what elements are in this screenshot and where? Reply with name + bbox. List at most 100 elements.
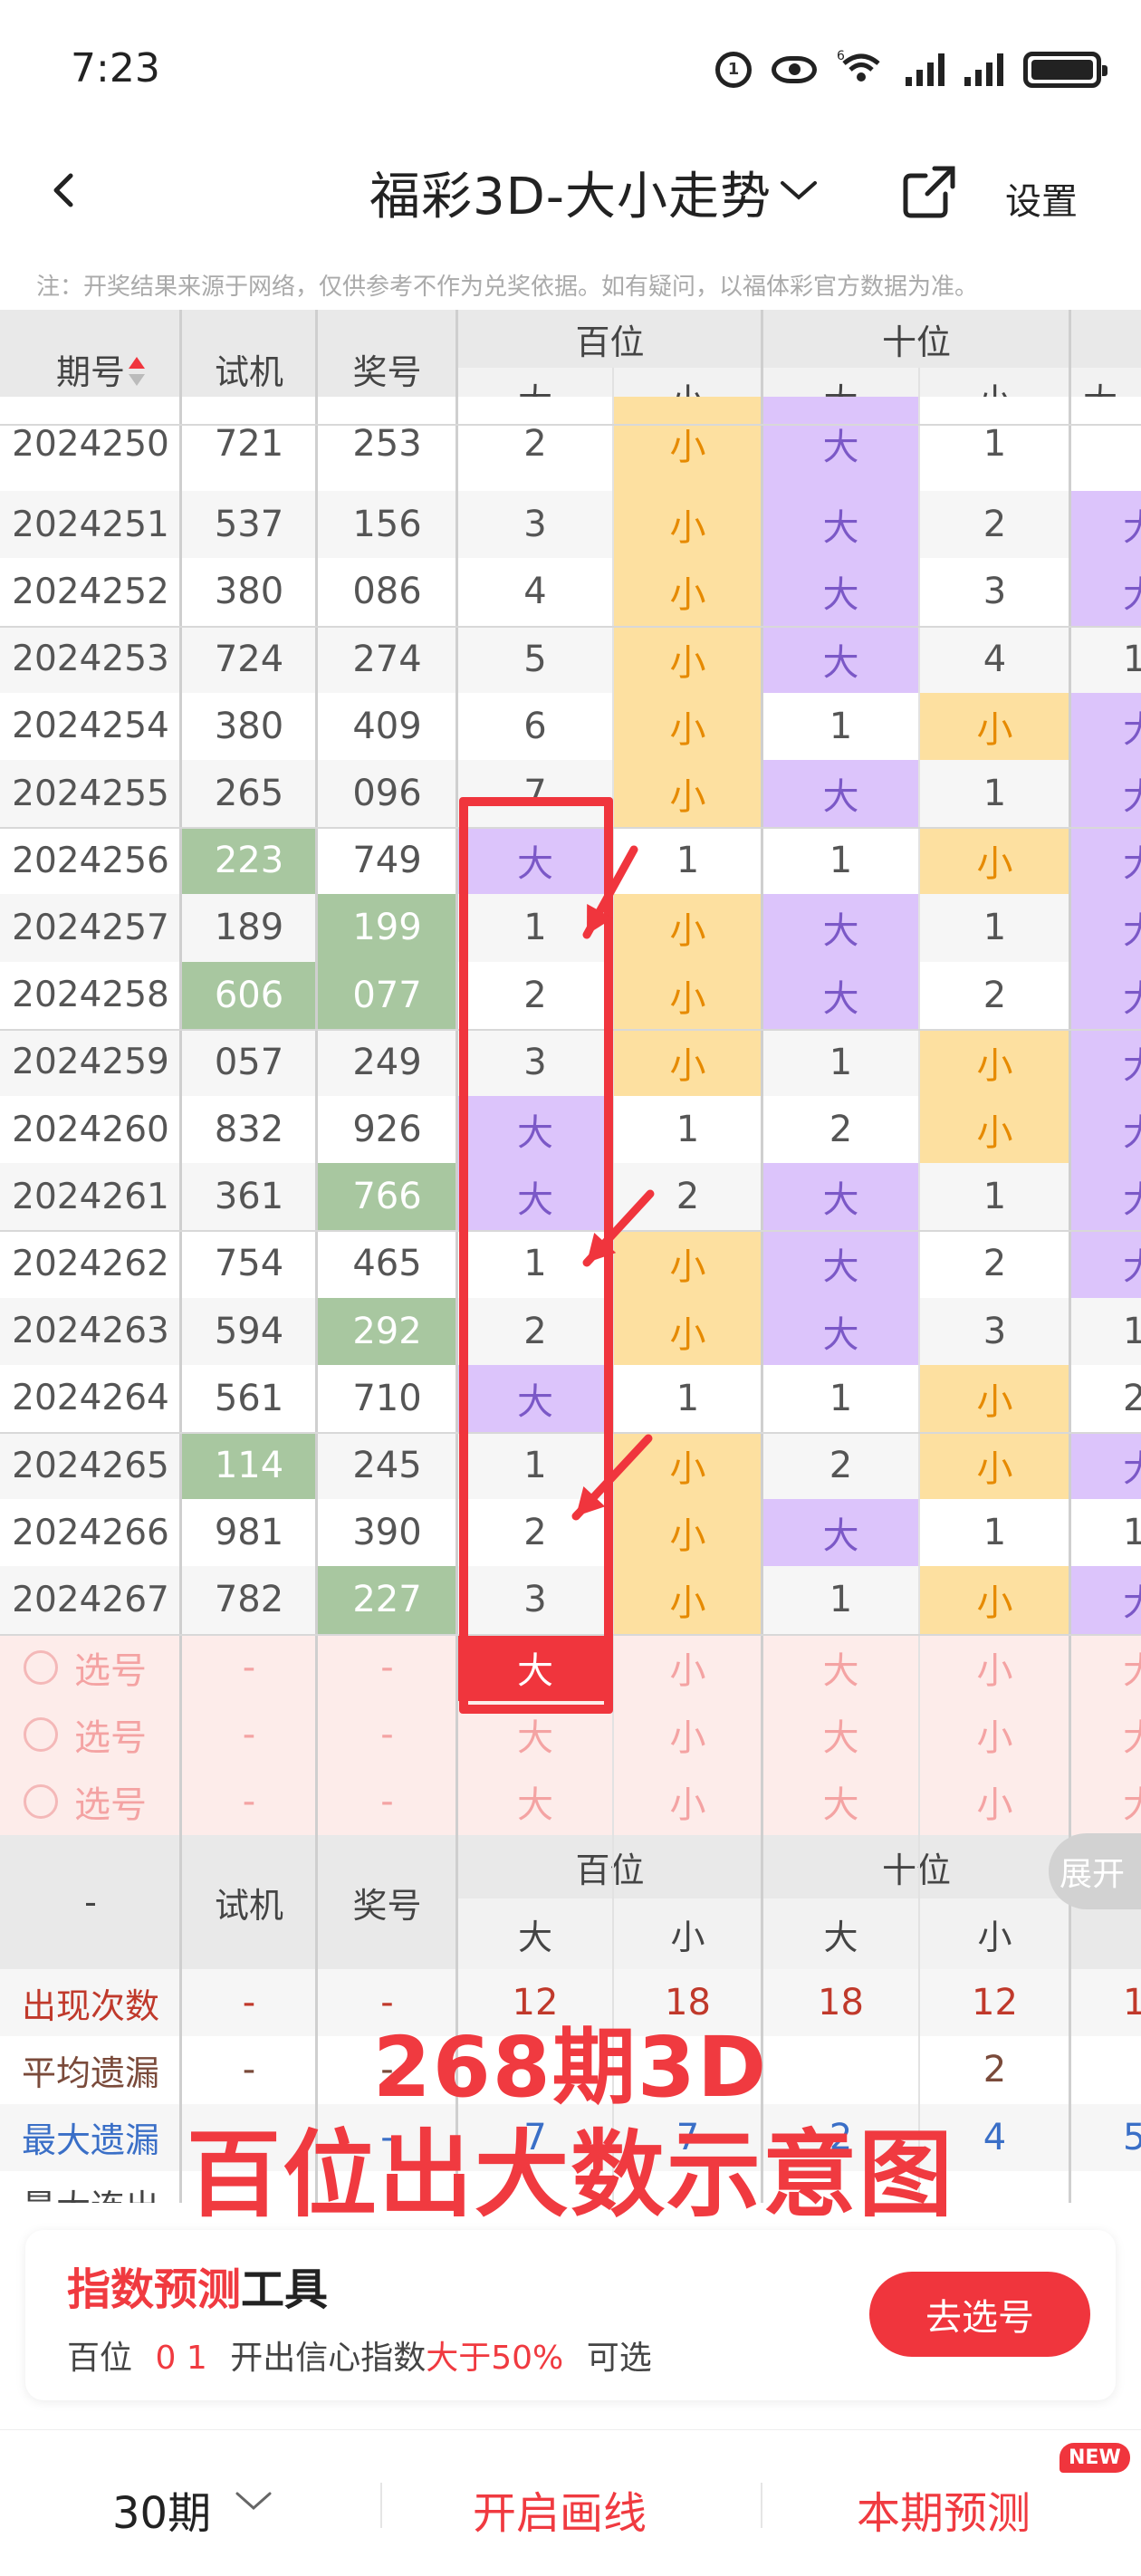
select-row-label[interactable]: 选号	[0, 1768, 181, 1836]
row-u: 大	[1070, 1096, 1141, 1164]
select-option[interactable]: 小	[613, 1700, 762, 1768]
row-t-small: 小	[919, 1432, 1070, 1500]
row-h-small: 小	[613, 558, 762, 626]
status-bar: 7:23 1 6	[0, 0, 1141, 136]
row-t-small: 1	[919, 397, 1070, 492]
select-option[interactable]: 大	[762, 1768, 919, 1836]
select-option[interactable]: 大	[762, 1700, 919, 1768]
predict-button[interactable]: 本期预测	[857, 2477, 1031, 2541]
tool-title: 指数预测工具	[67, 2254, 328, 2317]
row-period: 2024253	[0, 625, 181, 693]
chevron-down-icon[interactable]	[234, 2490, 273, 2514]
row-trial: 189	[181, 894, 317, 962]
row-h-small: 小	[613, 1230, 762, 1298]
row-prize: 249	[317, 1028, 457, 1096]
row-u: 大	[1070, 1566, 1141, 1634]
row-trial: 114	[181, 1432, 317, 1500]
row-h-big: 4	[457, 558, 613, 626]
row-u: 大	[1070, 692, 1141, 760]
chevron-down-icon[interactable]	[779, 179, 819, 203]
radio-icon[interactable]	[24, 1716, 58, 1752]
row-u: 2	[1070, 1364, 1141, 1432]
row-prize: 465	[317, 1230, 457, 1298]
row-t-big: 大	[762, 625, 919, 693]
header-tens: 十位	[762, 310, 1070, 368]
row-prize: 077	[317, 961, 457, 1029]
row-t-small: 1	[919, 894, 1070, 962]
expand-button[interactable]: 展开	[1049, 1833, 1141, 1909]
row-t-small: 2	[919, 491, 1070, 559]
row-t-small: 2	[919, 1230, 1070, 1298]
divider	[380, 2483, 382, 2528]
row-t-big: 大	[762, 1163, 919, 1231]
go-select-button[interactable]: 去选号	[869, 2272, 1090, 2357]
highlight-frame	[459, 797, 613, 1714]
sort-icon[interactable]	[127, 355, 147, 388]
row-u: 大	[1070, 760, 1141, 828]
trend-table[interactable]: 期号试机奖号百位十位大小大小大20242507212532小大120242515…	[0, 310, 1141, 2203]
select-option[interactable]: 小	[919, 1768, 1070, 1836]
select-option[interactable]: 大	[457, 1768, 613, 1836]
row-prize: 749	[317, 827, 457, 895]
select-option[interactable]: 大	[1070, 1633, 1141, 1701]
select-option[interactable]: 大	[762, 1633, 919, 1701]
row-trial: 265	[181, 760, 317, 828]
divider	[761, 2483, 762, 2528]
row-h-small: 1	[613, 1364, 762, 1432]
stats-header-big: 大	[457, 1898, 613, 1970]
row-h-small: 2	[613, 1163, 762, 1231]
stats-header-small: 小	[613, 1898, 762, 1970]
row-period: 2024254	[0, 692, 181, 760]
row-t-big: 1	[762, 1566, 919, 1634]
row-h-small: 小	[613, 1566, 762, 1634]
row-prize: 766	[317, 1163, 457, 1231]
select-option[interactable]: 大	[1070, 1768, 1141, 1836]
row-period: 2024261	[0, 1163, 181, 1231]
data-saver-icon: 1	[715, 51, 752, 88]
radio-icon[interactable]	[24, 1649, 58, 1685]
draw-lines-button[interactable]: 开启画线	[473, 2477, 647, 2541]
row-period: 2024265	[0, 1432, 181, 1500]
row-prize: 274	[317, 625, 457, 693]
row-prize: 390	[317, 1499, 457, 1567]
row-t-big: 2	[762, 1432, 919, 1500]
select-trial: -	[181, 1768, 317, 1836]
row-prize: 199	[317, 894, 457, 962]
row-h-big: 2	[457, 397, 613, 492]
row-t-small: 3	[919, 1297, 1070, 1365]
row-t-small: 小	[919, 692, 1070, 760]
row-t-big: 大	[762, 1499, 919, 1567]
row-period: 2024258	[0, 961, 181, 1029]
row-prize: 926	[317, 1096, 457, 1164]
row-t-big: 大	[762, 894, 919, 962]
row-h-big: 3	[457, 491, 613, 559]
select-option[interactable]: 小	[919, 1633, 1070, 1701]
row-prize: 253	[317, 397, 457, 492]
row-t-big: 大	[762, 760, 919, 828]
settings-button[interactable]: 设置	[1005, 172, 1078, 225]
select-option[interactable]: 小	[919, 1700, 1070, 1768]
status-icons: 1 6	[715, 47, 1107, 91]
row-h-small: 小	[613, 1432, 762, 1500]
share-icon[interactable]	[900, 163, 958, 221]
row-u	[1070, 397, 1141, 492]
row-trial: 057	[181, 1028, 317, 1096]
select-option[interactable]: 大	[1070, 1700, 1141, 1768]
row-u: 大	[1070, 1028, 1141, 1096]
row-trial: 361	[181, 1163, 317, 1231]
select-row-label[interactable]: 选号	[0, 1633, 181, 1701]
row-trial: 832	[181, 1096, 317, 1164]
select-option[interactable]: 小	[613, 1633, 762, 1701]
radio-icon[interactable]	[24, 1784, 58, 1820]
stats-header-big: 大	[762, 1898, 919, 1970]
select-row-label[interactable]: 选号	[0, 1700, 181, 1768]
row-trial: 724	[181, 625, 317, 693]
period-selector[interactable]: 30期	[112, 2477, 211, 2541]
row-u: 大	[1070, 1432, 1141, 1500]
row-h-big: 6	[457, 692, 613, 760]
select-option[interactable]: 小	[613, 1768, 762, 1836]
row-trial: 981	[181, 1499, 317, 1567]
disclaimer-notice: 注：开奖结果来源于网络，仅供参考不作为兑奖依据。如有疑问，以福体彩官方数据为准。	[36, 274, 979, 301]
page-title[interactable]: 福彩3D-大小走势	[0, 156, 1141, 229]
grid-line	[0, 625, 1141, 628]
